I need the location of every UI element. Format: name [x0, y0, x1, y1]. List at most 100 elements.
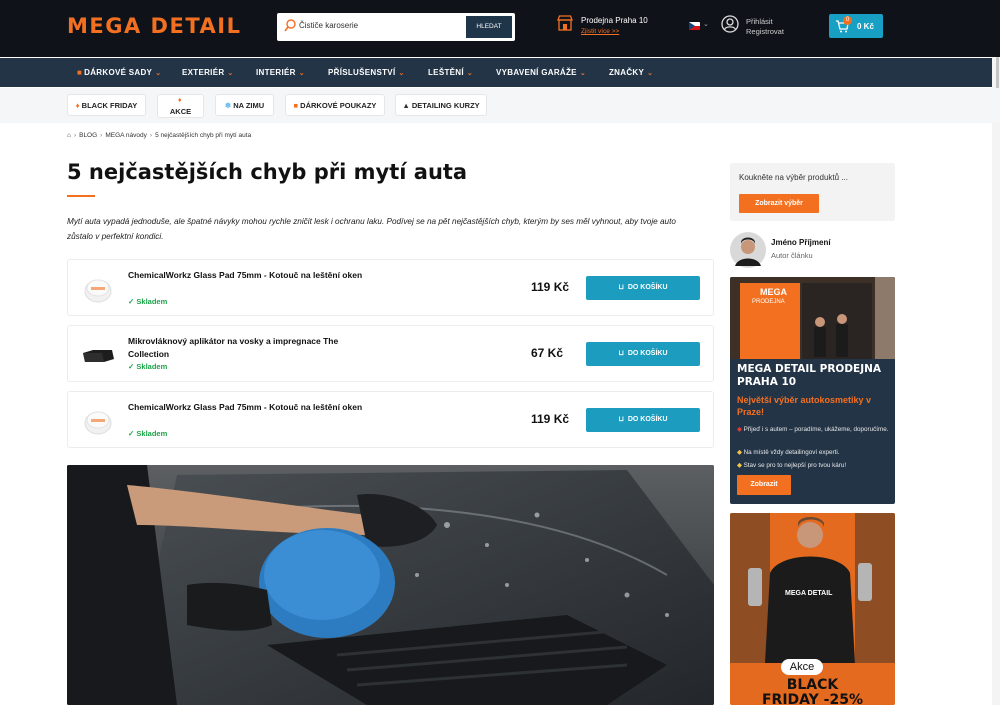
main-nav: ■ DÁRKOVÉ SADY ⌄ EXTERIÉR ⌄ INTERIÉR ⌄ PŘÍSL…: [0, 58, 1000, 87]
store-bullet: ◆ Na místě vždy detailingoví experti.: [737, 449, 840, 456]
store-sign-subtext: PRODEJNA: [752, 299, 785, 305]
store-photo: [730, 277, 895, 359]
search-box: Čističe karoserie HLEDAT: [277, 13, 515, 41]
author-role: Autor článku: [771, 251, 813, 260]
product-image-pad[interactable]: [78, 275, 118, 303]
car-icon: ◆: [737, 426, 742, 433]
shirt-logo-text: MEGA DETAIL: [785, 590, 833, 597]
nav-item-gift-sets[interactable]: ■ DÁRKOVÉ SADY ⌄: [77, 68, 161, 77]
home-icon[interactable]: ⌂: [67, 132, 71, 139]
chip-gift-vouchers[interactable]: ■ DÁRKOVÉ POUKAZY: [285, 94, 385, 116]
cart-amount: 0 Kč: [857, 22, 874, 31]
gift-icon: ■: [77, 68, 83, 77]
hand-icon: ◆: [737, 462, 742, 469]
author-name[interactable]: Jméno Příjmení: [771, 238, 831, 247]
login-link[interactable]: Přihlásit: [746, 17, 773, 26]
fire-icon: ♦: [75, 101, 80, 110]
cart-icon: ⊔: [618, 350, 624, 357]
nav-item-interior[interactable]: INTERIÉR ⌄: [256, 68, 305, 77]
hand-icon: ◆: [737, 449, 742, 456]
product-name[interactable]: ChemicalWorkz Glass Pad 75mm - Kotouč na…: [128, 401, 378, 414]
chevron-down-icon: ⌄: [155, 70, 162, 77]
product-image-applicator[interactable]: [78, 341, 118, 369]
chip-detailing-courses[interactable]: ▲ DETAILING KURZY: [395, 94, 487, 116]
store-banner-title: MEGA DETAIL PRODEJNA PRAHA 10: [737, 363, 882, 388]
black-friday-banner[interactable]: MEGA DETAIL Akce BLACK FRIDAY -25%: [730, 513, 895, 705]
page-title: 5 nejčastějších chyb při mytí auta: [67, 160, 468, 184]
chevron-down-icon: ⌄: [227, 70, 234, 77]
quick-links-bar: ♦ BLACK FRIDAY ♦ AKCE ❄ NA ZIMU ■ DÁRKOVÉ…: [0, 88, 1000, 123]
store-banner-subtitle: Největší výběr autokosmetiky v Praze!: [737, 395, 872, 417]
product-selection-promo: Koukněte na výběr produktů ... Zobrazit …: [730, 163, 895, 221]
account-menu[interactable]: Přihlásit Registrovat: [721, 15, 784, 38]
product-card: ChemicalWorkz Glass Pad 75mm - Kotouč na…: [67, 259, 714, 316]
chevron-down-icon: ⌄: [398, 70, 405, 77]
breadcrumb-blog[interactable]: BLOG: [79, 132, 97, 139]
nav-item-exterior[interactable]: EXTERIÉR ⌄: [182, 68, 234, 77]
store-more-link[interactable]: Zjistit více >>: [581, 28, 619, 35]
product-name[interactable]: Mikrovláknový aplikátor na vosky a impre…: [128, 335, 378, 360]
cart-icon: ⊔: [618, 416, 624, 423]
article-intro: Mytí auta vypadá jednoduše, ale špatné n…: [67, 217, 676, 241]
user-icon: [721, 15, 739, 33]
register-link[interactable]: Registrovat: [746, 27, 784, 36]
breadcrumb-mega-navody[interactable]: MEGA návody: [105, 132, 147, 139]
stock-status: ✓ Skladem: [128, 297, 168, 306]
fire-icon: ♦: [178, 97, 182, 104]
store-icon: [557, 15, 573, 31]
chevron-down-icon: ⌄: [298, 70, 305, 77]
check-icon: ✓: [128, 362, 135, 371]
car-washing-photo: [67, 465, 714, 705]
article-hero-image: [67, 465, 714, 705]
chevron-down-icon[interactable]: ⌄: [703, 20, 709, 28]
nav-item-garage[interactable]: VYBAVENÍ GARÁŽE ⌄: [496, 68, 586, 77]
nav-item-accessories[interactable]: PŘÍSLUŠENSTVÍ ⌄: [328, 68, 405, 77]
cart-button[interactable]: 0 0 Kč: [829, 14, 883, 38]
store-bullet: ◆ Stav se pro to nejlepší pro tvou káru!: [737, 462, 847, 469]
product-name[interactable]: ChemicalWorkz Glass Pad 75mm - Kotouč na…: [128, 269, 378, 282]
add-to-cart-button[interactable]: ⊔ DO KOŠÍKU: [586, 276, 700, 300]
store-link[interactable]: Prodejna Praha 10 Zjistit více >>: [556, 14, 648, 37]
nav-item-polishing[interactable]: LEŠTĚNÍ ⌄: [428, 68, 473, 77]
gift-icon: ■: [293, 101, 299, 110]
product-image-pad[interactable]: [78, 407, 118, 435]
top-header: MEGA DETAIL Čističe karoserie HLEDAT Pro…: [0, 0, 1000, 57]
search-input[interactable]: Čističe karoserie: [299, 21, 358, 30]
snowflake-icon: ❄: [224, 101, 232, 110]
search-icon: [284, 19, 296, 32]
czech-flag-icon[interactable]: [689, 22, 700, 30]
graduation-cap-icon: ▲: [402, 101, 410, 110]
chevron-down-icon: ⌄: [647, 70, 654, 77]
chip-na-zimu[interactable]: ❄ NA ZIMU: [215, 94, 274, 116]
chip-black-friday[interactable]: ♦ BLACK FRIDAY: [67, 94, 146, 116]
breadcrumb-current: 5 nejčastějších chyb při mytí auta: [155, 132, 252, 139]
site-logo[interactable]: MEGA DETAIL: [67, 14, 241, 38]
breadcrumb: ⌂ › BLOG › MEGA návody › 5 nejčastějších chyb …: [67, 132, 252, 139]
product-price: 119 Kč: [531, 280, 570, 294]
product-card: ChemicalWorkz Glass Pad 75mm - Kotouč na…: [67, 391, 714, 448]
nav-item-brands[interactable]: ZNAČKY ⌄: [609, 68, 653, 77]
store-banner[interactable]: MEGA PRODEJNA MEGA DETAIL PRODEJNA PRAHA…: [730, 277, 895, 504]
author-box: Jméno Příjmení Autor článku: [730, 232, 831, 273]
add-to-cart-button[interactable]: ⊔ DO KOŠÍKU: [586, 408, 700, 432]
promo-text: Koukněte na výběr produktů ...: [739, 173, 848, 182]
cart-count-badge: 0: [843, 16, 852, 25]
check-icon: ✓: [128, 429, 135, 438]
black-friday-title: BLACK FRIDAY -25%: [761, 677, 863, 705]
store-title: Prodejna Praha 10: [581, 16, 648, 25]
chip-akce[interactable]: ♦ AKCE: [157, 94, 204, 118]
search-button[interactable]: HLEDAT: [466, 16, 512, 38]
stock-status: ✓ Skladem: [128, 362, 168, 371]
promo-badge: Akce: [781, 659, 823, 675]
product-price: 67 Kč: [531, 346, 564, 360]
product-price: 119 Kč: [531, 412, 570, 426]
store-show-button[interactable]: Zobrazit: [737, 475, 791, 495]
show-selection-button[interactable]: Zobrazit výběr: [739, 194, 819, 213]
scrollbar[interactable]: [992, 57, 1000, 705]
product-card: Mikrovláknový aplikátor na vosky a impre…: [67, 325, 714, 382]
add-to-cart-button[interactable]: ⊔ DO KOŠÍKU: [586, 342, 700, 366]
avatar: [730, 232, 766, 268]
store-sign-text: MEGA: [760, 287, 787, 297]
chevron-down-icon: ⌄: [466, 70, 474, 77]
stock-status: ✓ Skladem: [128, 429, 168, 438]
